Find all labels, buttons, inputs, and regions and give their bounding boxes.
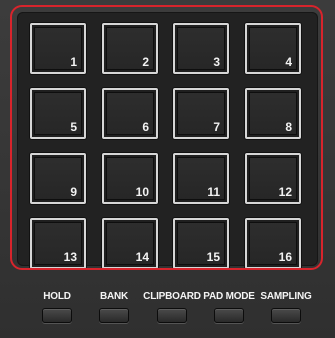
bank-button[interactable] [99, 308, 129, 323]
hold-button-label: HOLD [43, 291, 71, 302]
bank-button-label: BANK [99, 291, 129, 302]
pad-highlight-frame [10, 5, 323, 270]
pad-mode-button[interactable] [214, 308, 244, 323]
sampler-panel: 1 2 3 4 5 6 7 8 9 10 11 12 13 14 15 16 H… [0, 0, 335, 338]
sampling-button-label: SAMPLING [260, 291, 312, 302]
hold-button[interactable] [42, 308, 72, 323]
clipboard-button[interactable] [157, 308, 187, 323]
clipboard-button-label: CLIPBOARD [143, 291, 201, 302]
sampling-button[interactable] [271, 308, 301, 323]
pad-mode-button-label: PAD MODE [203, 291, 255, 302]
